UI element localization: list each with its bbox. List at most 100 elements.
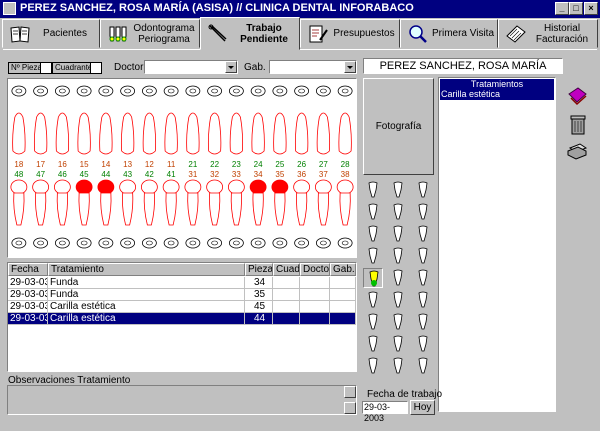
tooth-tool-icon[interactable] (388, 224, 408, 244)
scroll-up-button[interactable] (344, 386, 356, 398)
upper-tooth[interactable] (316, 112, 331, 155)
tab-pacientes[interactable]: Pacientes (2, 19, 100, 48)
occlusal-view-upper[interactable] (337, 85, 353, 97)
lower-tooth-root[interactable] (13, 192, 25, 226)
photo-button[interactable]: Fotografía (363, 78, 434, 175)
lower-tooth-root[interactable] (56, 192, 68, 226)
tooth-tool-icon[interactable] (363, 268, 383, 288)
tooth-number-lower[interactable]: 36 (297, 170, 306, 179)
occlusal-view-upper[interactable] (33, 85, 49, 97)
tooth-number-lower[interactable]: 37 (319, 170, 328, 179)
trash-icon[interactable] (569, 114, 587, 136)
upper-tooth[interactable] (294, 112, 309, 155)
occlusal-view-upper[interactable] (272, 85, 288, 97)
treatments-list[interactable]: Tratamientos Carilla estética (438, 77, 556, 412)
tooth-tool-icon[interactable] (413, 334, 433, 354)
gab-select[interactable] (269, 60, 357, 74)
close-button[interactable]: × (584, 2, 598, 15)
treatments-list-item[interactable]: Carilla estética (440, 89, 554, 100)
tooth-number-upper[interactable]: 27 (319, 160, 328, 169)
pending-work-table[interactable]: Fecha Tratamiento Pieza Cuad Doctor Gab.… (7, 262, 357, 372)
occlusal-view-upper[interactable] (11, 85, 27, 97)
odontogram[interactable]: 18 48 17 47 16 46 15 45 14 44 13 43 12 42 11 41 21 31 22 32… (7, 78, 357, 258)
lower-tooth-root[interactable] (165, 192, 177, 226)
table-row[interactable]: 29-03-03 Funda 34 (8, 277, 356, 289)
tooth-number-upper[interactable]: 16 (58, 160, 67, 169)
tooth-number-upper[interactable]: 11 (167, 160, 176, 169)
occlusal-view-upper[interactable] (141, 85, 157, 97)
tooth-number-upper[interactable]: 22 (210, 160, 219, 169)
tooth-number-lower[interactable]: 47 (36, 170, 45, 179)
tooth-tool-icon[interactable] (413, 246, 433, 266)
occlusal-view-upper[interactable] (250, 85, 266, 97)
lower-tooth-crown[interactable] (336, 179, 354, 195)
lower-tooth-crown[interactable] (140, 179, 158, 195)
tab-trabajo-pendiente[interactable]: Trabajo Pendiente (200, 17, 300, 50)
upper-tooth[interactable] (142, 112, 157, 155)
lower-tooth-root[interactable] (339, 192, 351, 226)
tooth-number-lower[interactable]: 34 (254, 170, 263, 179)
tooth-tool-icon[interactable] (388, 334, 408, 354)
tooth-tool-icon[interactable] (388, 290, 408, 310)
upper-tooth[interactable] (55, 112, 70, 155)
tooth-tool-icon[interactable] (413, 268, 433, 288)
tooth-tool-icon[interactable] (413, 180, 433, 200)
minimize-button[interactable]: _ (555, 2, 569, 15)
upper-tooth[interactable] (207, 112, 222, 155)
occlusal-view-lower[interactable] (33, 237, 49, 249)
column-header-cuad[interactable]: Cuad (273, 263, 300, 276)
lower-tooth-root[interactable] (187, 192, 199, 226)
lower-tooth-crown[interactable] (53, 179, 71, 195)
column-header-tratamiento[interactable]: Tratamiento (48, 263, 245, 276)
lower-tooth-root[interactable] (78, 192, 90, 226)
odontogram-chart[interactable]: 1848 1747 1646 1545 1444 1343 1242 1141 2131 2232… (8, 79, 356, 257)
lower-tooth-crown[interactable] (32, 179, 50, 195)
lower-tooth-crown[interactable] (314, 179, 332, 195)
occlusal-view-lower[interactable] (141, 237, 157, 249)
tooth-tool-icon[interactable] (413, 290, 433, 310)
tooth-tool-icon[interactable] (363, 356, 383, 376)
upper-tooth[interactable] (120, 112, 135, 155)
pieza-field[interactable] (40, 62, 52, 74)
tooth-number-lower[interactable]: 44 (101, 170, 110, 179)
tooth-number-lower[interactable]: 35 (275, 170, 284, 179)
occlusal-view-upper[interactable] (315, 85, 331, 97)
tooth-number-upper[interactable]: 17 (36, 160, 45, 169)
tooth-tool-icon[interactable] (363, 202, 383, 222)
upper-tooth[interactable] (99, 112, 113, 155)
tooth-number-lower[interactable]: 46 (58, 170, 67, 179)
lower-tooth-root[interactable] (35, 192, 47, 226)
column-header-doctor[interactable]: Doctor (300, 263, 330, 276)
tooth-number-upper[interactable]: 23 (232, 160, 241, 169)
occlusal-view-lower[interactable] (207, 237, 223, 249)
occlusal-view-lower[interactable] (294, 237, 310, 249)
tooth-number-lower[interactable]: 38 (341, 170, 350, 179)
tooth-number-upper[interactable]: 28 (341, 160, 350, 169)
occlusal-view-upper[interactable] (98, 85, 114, 97)
tooth-tool-icon[interactable] (363, 224, 383, 244)
lower-tooth-crown[interactable] (184, 179, 202, 195)
tooth-tool-icon[interactable] (363, 312, 383, 332)
scroll-down-button[interactable] (344, 402, 356, 414)
upper-tooth[interactable] (186, 112, 200, 155)
tooth-number-upper[interactable]: 12 (145, 160, 154, 169)
lower-tooth-crown[interactable] (249, 179, 267, 195)
tooth-tool-icon[interactable] (388, 268, 408, 288)
tooth-tool-icon[interactable] (388, 180, 408, 200)
notebook-icon[interactable] (566, 86, 588, 106)
occlusal-view-upper[interactable] (120, 85, 136, 97)
tooth-tool-icon[interactable] (413, 356, 433, 376)
lower-tooth-root[interactable] (317, 192, 329, 226)
upper-tooth[interactable] (12, 112, 26, 155)
upper-tooth[interactable] (164, 112, 178, 155)
occlusal-view-lower[interactable] (54, 237, 70, 249)
tooth-tool-icon[interactable] (363, 334, 383, 354)
occlusal-view-upper[interactable] (76, 85, 92, 97)
tooth-tool-icon[interactable] (413, 312, 433, 332)
tooth-number-lower[interactable]: 43 (123, 170, 132, 179)
chevron-down-icon[interactable] (344, 61, 356, 73)
tab-historial-facturacion[interactable]: Historial Facturación (498, 19, 598, 48)
occlusal-view-upper[interactable] (207, 85, 223, 97)
tooth-tool-icon[interactable] (388, 202, 408, 222)
tab-odontograma[interactable]: Odontograma Periograma (100, 19, 200, 48)
